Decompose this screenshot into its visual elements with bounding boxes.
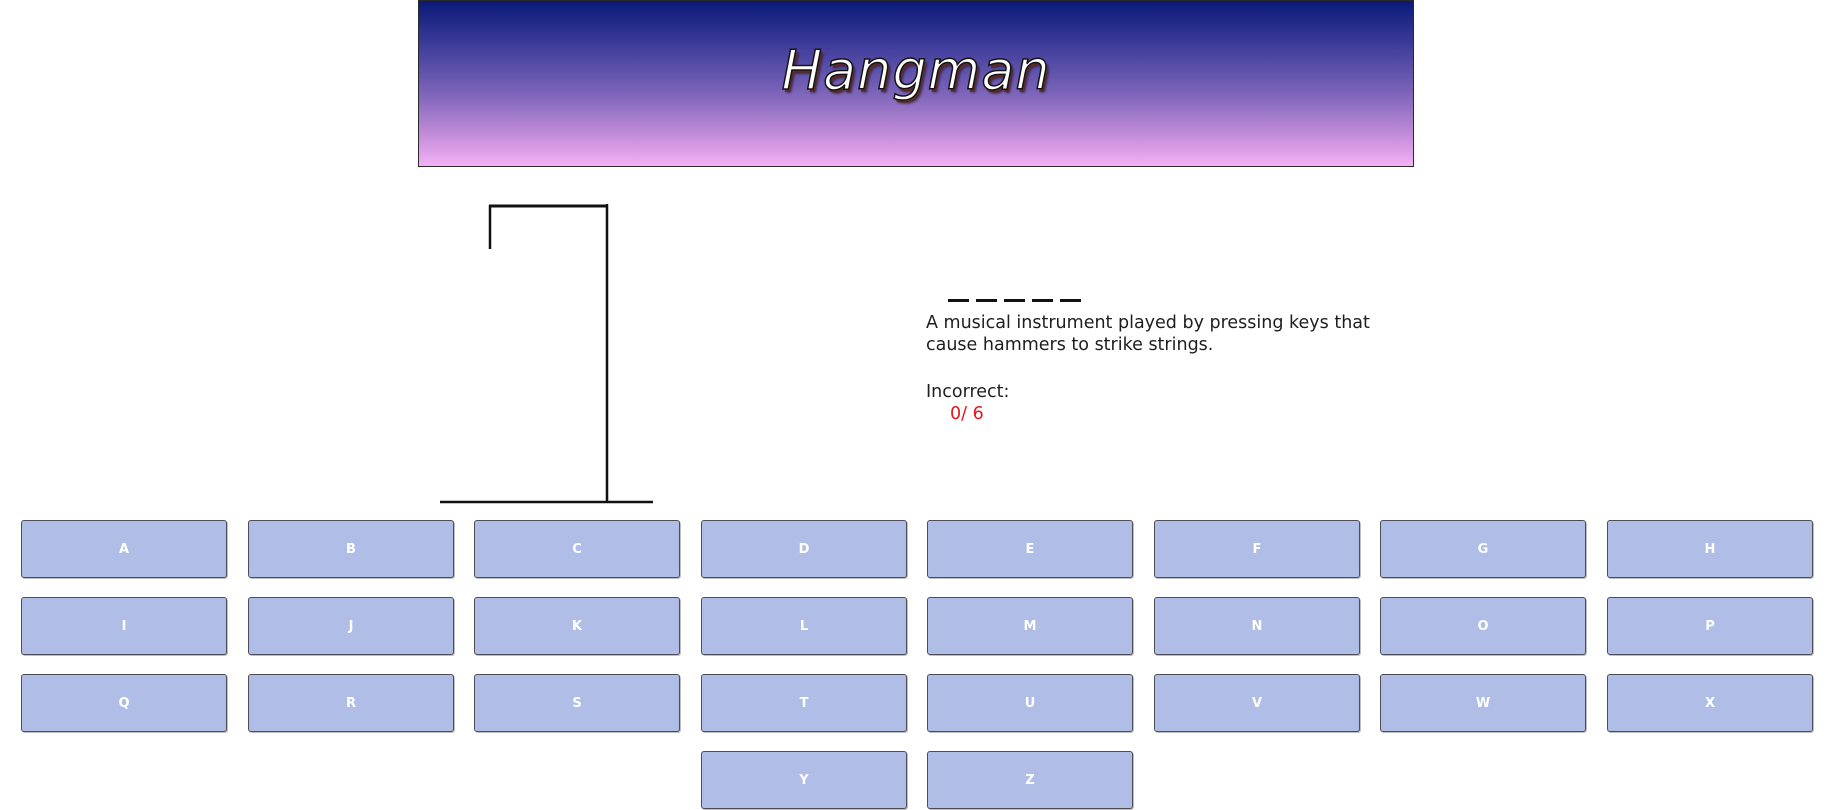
letter-blank — [1032, 299, 1053, 302]
letter-blank — [1060, 299, 1081, 302]
letter-key-u[interactable]: U — [927, 674, 1133, 732]
letter-blank — [948, 299, 969, 302]
page-title: Hangman — [781, 38, 1051, 103]
letter-key-w[interactable]: W — [1380, 674, 1586, 732]
letter-key-l[interactable]: L — [701, 597, 907, 655]
letter-key-i[interactable]: I — [21, 597, 227, 655]
letter-key-d[interactable]: D — [701, 520, 907, 578]
letter-key-q[interactable]: Q — [21, 674, 227, 732]
gallows-drawing — [440, 204, 653, 504]
letter-blank — [1004, 299, 1025, 302]
letter-key-o[interactable]: O — [1380, 597, 1586, 655]
letter-blank — [976, 299, 997, 302]
letter-key-v[interactable]: V — [1154, 674, 1360, 732]
letter-key-y[interactable]: Y — [701, 751, 907, 809]
word-hint: A musical instrument played by pressing … — [926, 313, 1370, 355]
letter-key-n[interactable]: N — [1154, 597, 1360, 655]
letter-key-h[interactable]: H — [1607, 520, 1813, 578]
letter-key-c[interactable]: C — [474, 520, 680, 578]
letter-key-p[interactable]: P — [1607, 597, 1813, 655]
letter-key-b[interactable]: B — [248, 520, 454, 578]
letter-key-f[interactable]: F — [1154, 520, 1360, 578]
letter-key-m[interactable]: M — [927, 597, 1133, 655]
letter-key-t[interactable]: T — [701, 674, 907, 732]
header-banner: Hangman — [418, 0, 1414, 167]
letter-key-s[interactable]: S — [474, 674, 680, 732]
letter-key-z[interactable]: Z — [927, 751, 1133, 809]
letter-key-r[interactable]: R — [248, 674, 454, 732]
letter-key-k[interactable]: K — [474, 597, 680, 655]
incorrect-count: 0/ 6 — [950, 404, 984, 424]
incorrect-label: Incorrect: — [926, 382, 1010, 402]
letter-key-a[interactable]: A — [21, 520, 227, 578]
letter-key-g[interactable]: G — [1380, 520, 1586, 578]
letter-key-j[interactable]: J — [248, 597, 454, 655]
letter-key-x[interactable]: X — [1607, 674, 1813, 732]
letter-key-e[interactable]: E — [927, 520, 1133, 578]
